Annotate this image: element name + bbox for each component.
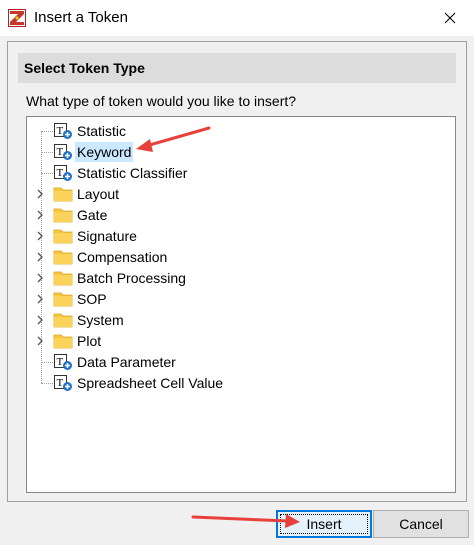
- tree-item-label: Layout: [77, 186, 120, 202]
- close-button[interactable]: [436, 6, 464, 30]
- tree-item-label: Compensation: [77, 249, 168, 265]
- tree-item-label: Data Parameter: [77, 354, 176, 370]
- folder-icon: [53, 290, 73, 308]
- folder-icon: [53, 332, 73, 350]
- tree-item-label: Plot: [77, 333, 102, 349]
- tree-item-compensation[interactable]: Compensation: [27, 247, 455, 267]
- cancel-button-label: Cancel: [399, 516, 443, 532]
- tree-item-data-parameter[interactable]: T Data Parameter: [27, 352, 455, 372]
- svg-text:T: T: [57, 167, 64, 179]
- section-title: Select Token Type: [24, 60, 145, 76]
- chevron-right-icon[interactable]: [35, 331, 45, 351]
- tree-item-sop[interactable]: SOP: [27, 289, 455, 309]
- tree-branch-line: [41, 131, 53, 132]
- svg-text:T: T: [57, 146, 64, 158]
- tree-branch-line: [41, 383, 53, 384]
- tree-branch-line: [41, 362, 53, 363]
- tree-item-label: Keyword: [75, 142, 134, 162]
- tree-branch-line: [41, 152, 53, 153]
- app-logo-icon: [8, 9, 26, 27]
- tree-item-layout[interactable]: Layout: [27, 184, 455, 204]
- insert-button-label: Insert: [306, 516, 342, 532]
- chevron-right-icon[interactable]: [35, 310, 45, 330]
- token-icon: T: [53, 122, 73, 140]
- chevron-right-icon[interactable]: [35, 289, 45, 309]
- cancel-button[interactable]: Cancel: [373, 510, 469, 538]
- dialog-content-frame: Select Token Type What type of token wou…: [7, 41, 467, 502]
- svg-text:T: T: [57, 377, 64, 389]
- section-header: Select Token Type: [18, 53, 456, 83]
- close-icon: [444, 12, 456, 24]
- chevron-right-icon[interactable]: [35, 268, 45, 288]
- tree-item-label: Spreadsheet Cell Value: [77, 375, 224, 391]
- tree-item-label: SOP: [77, 291, 107, 307]
- folder-icon: [53, 185, 73, 203]
- tree-item-label: Gate: [77, 207, 108, 223]
- tree-item-statistic[interactable]: T Statistic: [27, 121, 455, 141]
- tree-item-label: Batch Processing: [77, 270, 186, 286]
- folder-icon: [53, 311, 73, 329]
- insert-button[interactable]: Insert: [276, 510, 372, 538]
- chevron-right-icon[interactable]: [35, 247, 45, 267]
- title-bar[interactable]: Insert a Token: [0, 0, 474, 36]
- tree-item-system[interactable]: System: [27, 310, 455, 330]
- token-icon: T: [53, 374, 73, 392]
- chevron-right-icon[interactable]: [35, 184, 45, 204]
- tree-item-statistic-classifier[interactable]: T Statistic Classifier: [27, 163, 455, 183]
- tree-item-label: System: [77, 312, 124, 328]
- prompt-text: What type of token would you like to ins…: [26, 93, 297, 109]
- window-title: Insert a Token: [34, 9, 128, 26]
- svg-text:T: T: [57, 125, 64, 137]
- svg-text:T: T: [57, 356, 64, 368]
- token-icon: T: [53, 353, 73, 371]
- token-icon: T: [53, 143, 73, 161]
- tree-item-signature[interactable]: Signature: [27, 226, 455, 246]
- chevron-right-icon[interactable]: [35, 205, 45, 225]
- tree-item-batch-processing[interactable]: Batch Processing: [27, 268, 455, 288]
- tree-branch-line: [41, 173, 53, 174]
- tree-item-keyword[interactable]: T Keyword: [27, 142, 455, 162]
- tree-item-gate[interactable]: Gate: [27, 205, 455, 225]
- token-type-tree[interactable]: T Statistic T Keyword T Statistic Classifier L…: [26, 116, 456, 493]
- tree-item-plot[interactable]: Plot: [27, 331, 455, 351]
- folder-icon: [53, 227, 73, 245]
- tree-item-label: Statistic: [77, 123, 127, 139]
- tree-item-spreadsheet-cell-value[interactable]: T Spreadsheet Cell Value: [27, 373, 455, 393]
- chevron-right-icon[interactable]: [35, 226, 45, 246]
- folder-icon: [53, 269, 73, 287]
- tree-item-label: Signature: [77, 228, 137, 244]
- folder-icon: [53, 248, 73, 266]
- token-icon: T: [53, 164, 73, 182]
- tree-item-label: Statistic Classifier: [77, 165, 188, 181]
- folder-icon: [53, 206, 73, 224]
- insert-token-dialog: Insert a Token Select Token Type What ty…: [0, 0, 474, 545]
